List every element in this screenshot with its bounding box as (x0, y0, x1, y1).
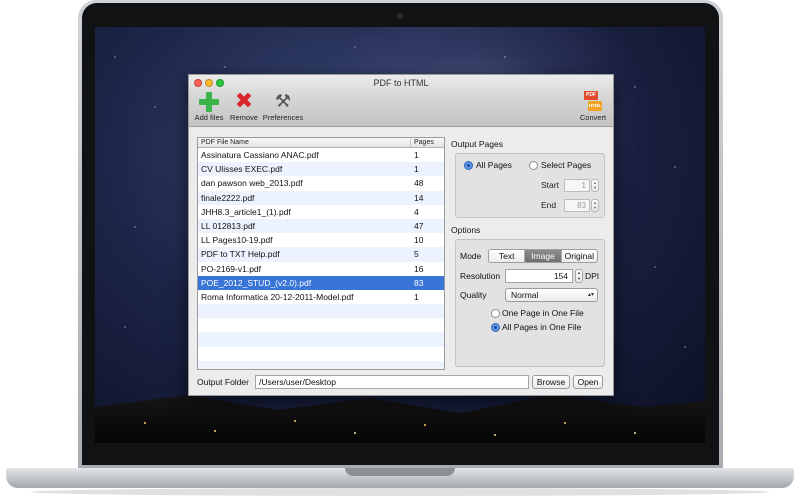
remove-label: Remove (230, 113, 258, 122)
camera-dot (397, 13, 403, 19)
table-body: Assinatura Cassiano ANAC.pdf 1 CV Ulisses… (198, 148, 444, 369)
table-row[interactable]: dan pawson web_2013.pdf 48 (198, 176, 444, 190)
resolution-stepper[interactable]: ▲ ▼ (575, 269, 583, 283)
resolution-label: Resolution (460, 271, 501, 281)
end-label: End (541, 200, 557, 210)
one-page-one-file-radio[interactable] (491, 309, 500, 318)
table-row-selected[interactable]: POE_2012_STUD_(v2.0).pdf 83 (198, 275, 444, 290)
close-window-button[interactable] (194, 79, 202, 87)
plus-icon (198, 91, 220, 113)
empty-row (198, 360, 444, 369)
select-pages-radio[interactable] (529, 161, 538, 170)
start-stepper[interactable]: ▲ ▼ (591, 179, 599, 192)
preferences-label: Preferences (262, 113, 304, 122)
laptop-notch (345, 468, 455, 476)
window-title: PDF to HTML (373, 78, 429, 88)
column-header-name[interactable]: PDF File Name (198, 138, 411, 147)
quality-value: Normal (511, 290, 539, 300)
empty-row (198, 304, 444, 319)
quality-select[interactable]: Normal ▴▾ (505, 288, 598, 302)
empty-row (198, 347, 444, 361)
table-row[interactable]: PDF to TXT Help.pdf 5 (198, 247, 444, 262)
file-table[interactable]: PDF File Name Pages Assinatura Cassiano … (197, 137, 445, 370)
table-row[interactable]: PO-2169-v1.pdf 16 (198, 262, 444, 276)
start-label: Start (541, 180, 559, 190)
dpi-unit-label: DPI (585, 271, 600, 281)
all-pages-one-file-label: All Pages in One File (502, 322, 582, 332)
table-row[interactable]: Roma Informatica 20-12-2011-Model.pdf 1 (198, 290, 444, 304)
table-header: PDF File Name Pages (198, 138, 444, 148)
convert-button[interactable]: PDF HTML Convert (577, 91, 609, 122)
output-folder-field[interactable]: /Users/user/Desktop (255, 375, 529, 389)
convert-label: Convert (579, 113, 607, 122)
open-button[interactable]: Open (573, 375, 603, 389)
table-row[interactable]: finale2222.pdf 14 (198, 190, 444, 205)
table-row[interactable]: LL 012813.pdf 47 (198, 218, 444, 234)
tools-icon: ⚒ (274, 91, 292, 112)
browse-button[interactable]: Browse (532, 375, 570, 389)
quality-label: Quality (460, 290, 487, 300)
updown-arrows-icon: ▴▾ (587, 292, 594, 298)
output-folder-label: Output Folder (197, 377, 249, 387)
one-page-one-file-label: One Page in One File (502, 308, 584, 318)
column-header-pages[interactable]: Pages (411, 138, 444, 147)
minimize-window-button[interactable] (205, 79, 213, 87)
app-window: PDF to HTML Add files ✖ Remove ⚒ Prefere… (188, 74, 614, 396)
zoom-window-button[interactable] (216, 79, 224, 87)
remove-button[interactable]: ✖ Remove (228, 89, 260, 123)
all-pages-radio[interactable] (464, 161, 473, 170)
mode-segmented-control: Text Image Original (488, 249, 598, 263)
table-row[interactable]: JHH8.3_article1_(1).pdf 4 (198, 205, 444, 219)
empty-row (198, 332, 444, 347)
table-row[interactable]: Assinatura Cassiano ANAC.pdf 1 (198, 148, 444, 162)
empty-row (198, 318, 444, 332)
mode-label: Mode (460, 251, 482, 261)
start-field[interactable]: 1 (564, 179, 590, 192)
end-stepper[interactable]: ▲ ▼ (591, 199, 599, 212)
select-pages-label: Select Pages (541, 160, 592, 170)
table-row[interactable]: CV Ulisses EXEC.pdf 1 (198, 162, 444, 177)
preferences-button[interactable]: ⚒ Preferences (262, 91, 304, 122)
options-title: Options (451, 225, 481, 235)
add-files-label: Add files (194, 113, 224, 122)
all-pages-label: All Pages (476, 160, 512, 170)
mode-text-segment[interactable]: Text (489, 250, 526, 262)
toolbar: Add files ✖ Remove ⚒ Preferences PDF HTM… (189, 91, 613, 127)
mode-image-segment[interactable]: Image (525, 250, 562, 262)
all-pages-one-file-radio[interactable] (491, 323, 500, 332)
resolution-field[interactable]: 154 (505, 269, 573, 283)
end-field[interactable]: 83 (564, 199, 590, 212)
output-pages-title: Output Pages (451, 139, 503, 149)
table-row[interactable]: LL Pages10-19.pdf 10 (198, 233, 444, 247)
pdf-to-html-icon: PDF HTML (584, 91, 602, 113)
desktop-stage: PDF to HTML Add files ✖ Remove ⚒ Prefere… (0, 0, 800, 500)
add-files-button[interactable]: Add files (193, 91, 225, 122)
mode-original-segment[interactable]: Original (562, 250, 597, 262)
x-icon: ✖ (234, 89, 254, 114)
